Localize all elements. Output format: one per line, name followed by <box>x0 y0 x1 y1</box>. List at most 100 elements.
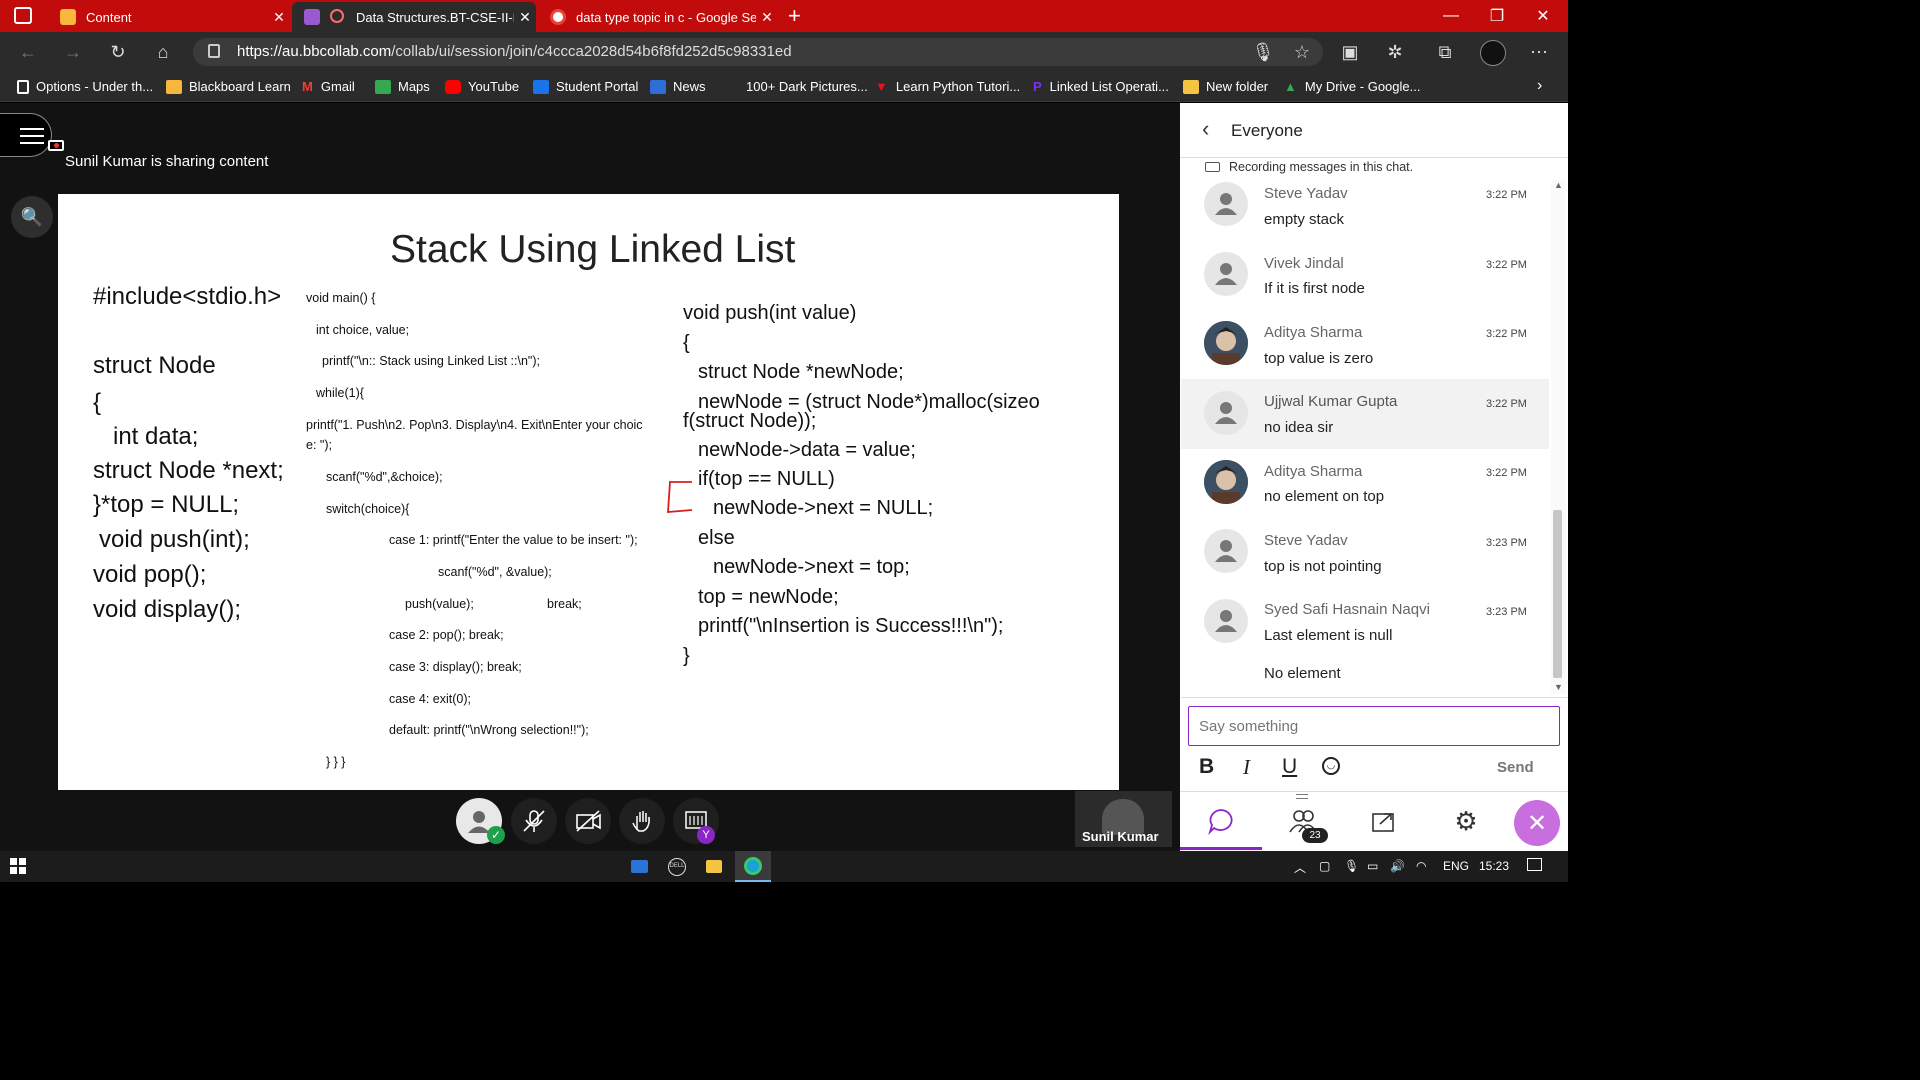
code-line: case 3: display(); break; <box>389 660 522 674</box>
bookmark[interactable]: ▼ Learn Python Tutori... <box>875 79 1020 94</box>
message-author: Steve Yadav <box>1264 185 1348 202</box>
clock[interactable]: 15:23 <box>1479 859 1509 873</box>
collections-icon[interactable]: ⧉ <box>1433 40 1457 64</box>
more-menu-icon[interactable]: ⋯ <box>1527 40 1551 64</box>
volume-icon[interactable]: 🔊 <box>1390 859 1405 873</box>
battery-icon[interactable]: ▭ <box>1367 859 1378 873</box>
bookmark[interactable]: ▲ My Drive - Google... <box>1284 79 1420 94</box>
zoom-inspect-button[interactable]: 🔍 <box>11 196 53 238</box>
message-author: Aditya Sharma <box>1264 324 1363 341</box>
message-author: Ujjwal Kumar Gupta <box>1264 393 1398 410</box>
tray-chevron-icon[interactable]: ︿ <box>1294 859 1306 876</box>
bookmark[interactable]: Options - Under th... <box>17 79 153 94</box>
code-line: newNode->next = top; <box>713 556 910 578</box>
tab-data-structures[interactable]: Data Structures.BT-CSE-II-B ✕ <box>292 2 536 32</box>
forward-icon[interactable]: → <box>61 40 85 64</box>
send-button[interactable]: Send <box>1497 759 1534 776</box>
chat-tab[interactable] <box>1201 801 1241 841</box>
blackboard-favicon-icon <box>60 9 76 25</box>
message-text: no idea sir <box>1264 419 1334 436</box>
settings-tab[interactable]: ⚙ <box>1446 801 1486 841</box>
url-text[interactable]: https://au.bbcollab.com/collab/ui/sessio… <box>237 43 792 60</box>
raise-hand-button[interactable] <box>619 798 665 844</box>
mic-icon[interactable]: 🎙 <box>1344 859 1359 873</box>
lock-icon[interactable] <box>208 44 220 58</box>
attendee-count-badge: 23 <box>1302 828 1328 843</box>
code-line: void main() { <box>306 291 376 305</box>
new-tab-icon[interactable]: + <box>788 3 801 29</box>
avatar <box>1204 599 1248 643</box>
mail-icon[interactable] <box>631 860 648 873</box>
code-line: } <box>683 645 690 667</box>
code-line: if(top == NULL) <box>698 468 835 490</box>
restore-icon[interactable]: ❐ <box>1474 0 1520 32</box>
bookmark[interactable]: New folder <box>1183 79 1268 94</box>
bold-button[interactable]: B <box>1199 755 1214 779</box>
back-chevron-icon[interactable]: ‹ <box>1202 116 1209 142</box>
home-icon[interactable]: ⌂ <box>151 40 175 64</box>
meet-now-icon[interactable]: ▢ <box>1319 859 1330 873</box>
close-icon[interactable]: ✕ <box>756 9 778 26</box>
back-icon[interactable]: ← <box>16 40 40 64</box>
code-line: else <box>698 527 735 549</box>
share-tab[interactable] <box>1364 801 1404 841</box>
message-text: No element <box>1264 665 1341 682</box>
sharing-status: Sunil Kumar is sharing content <box>65 153 269 170</box>
folder-icon <box>1183 79 1199 94</box>
bookmark[interactable]: P Linked List Operati... <box>1033 79 1169 94</box>
close-panel-button[interactable]: ✕ <box>1514 800 1560 846</box>
camera-off-icon <box>576 810 601 832</box>
file-explorer-icon[interactable] <box>706 860 722 873</box>
tab-content[interactable]: Content ✕ <box>48 2 290 32</box>
tab-actions-icon[interactable] <box>14 7 32 24</box>
message-text: Last element is null <box>1264 627 1393 644</box>
windows-start-icon[interactable] <box>10 858 26 874</box>
minimize-icon[interactable]: — <box>1428 0 1474 32</box>
code-line: void pop(); <box>93 561 207 588</box>
code-line: int choice, value; <box>316 323 410 337</box>
close-icon[interactable]: ✕ <box>268 9 290 26</box>
bookmark[interactable]: Blackboard Learn <box>166 79 291 94</box>
edge-browser-icon[interactable] <box>744 857 762 875</box>
tab-google-search[interactable]: data type topic in c - Google Sea ✕ <box>538 2 778 32</box>
language-indicator[interactable]: ENG <box>1443 859 1469 873</box>
bookmark[interactable]: Maps <box>375 79 430 94</box>
bookmark[interactable]: M Gmail <box>302 79 355 94</box>
code-line: e: "); <box>306 438 332 452</box>
share-icon <box>1372 813 1394 832</box>
bookmark[interactable]: Student Portal <box>533 79 638 94</box>
close-icon[interactable]: ✕ <box>514 9 536 26</box>
extension-icon[interactable]: ▣ <box>1338 40 1362 64</box>
scroll-up-icon[interactable]: ▲ <box>1554 180 1563 190</box>
wifi-icon[interactable]: ◠ <box>1416 859 1426 873</box>
session-menu-button[interactable] <box>0 113 52 157</box>
code-line: { <box>93 389 102 416</box>
profile-avatar[interactable] <box>1480 40 1506 66</box>
scroll-down-icon[interactable]: ▼ <box>1554 682 1563 692</box>
underline-button[interactable]: U <box>1282 755 1297 779</box>
close-window-icon[interactable]: ✕ <box>1520 0 1566 32</box>
bookmark[interactable]: News <box>650 79 706 94</box>
microphone-icon[interactable]: 🎙 <box>1251 40 1275 64</box>
chat-message-input[interactable] <box>1188 706 1560 746</box>
message-author: Steve Yadav <box>1264 532 1348 549</box>
refresh-icon[interactable]: ↻ <box>106 40 130 64</box>
camera-button[interactable] <box>565 798 611 844</box>
avatar <box>1204 252 1248 296</box>
chevron-right-icon[interactable]: › <box>1537 77 1542 95</box>
italic-button[interactable]: I <box>1243 755 1250 780</box>
extensions-puzzle-icon[interactable]: ✲ <box>1383 40 1407 64</box>
drag-handle-icon[interactable] <box>1296 794 1308 799</box>
add-favorite-icon[interactable]: ☆ <box>1290 40 1314 64</box>
code-line: } } } <box>326 755 346 769</box>
code-line: struct Node *next; <box>93 457 284 484</box>
scroll-thumb[interactable] <box>1553 510 1562 678</box>
message-text: top is not pointing <box>1264 558 1382 575</box>
url-path: /collab/ui/session/join/c4ccca2028d54b6f… <box>391 43 792 60</box>
emoji-icon[interactable]: ◡ <box>1322 757 1340 775</box>
bookmark[interactable]: 100+ Dark Pictures... <box>723 79 868 94</box>
microphone-button[interactable] <box>511 798 557 844</box>
bookmark[interactable]: YouTube <box>445 79 519 94</box>
dell-icon[interactable]: DELL <box>668 858 686 876</box>
notifications-icon[interactable] <box>1527 858 1542 871</box>
